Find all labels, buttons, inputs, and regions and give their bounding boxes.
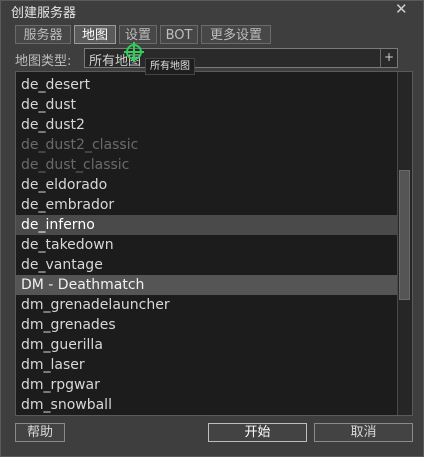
map-list: dm_snowball dm_rpgwar dm_laser dm_guerilla d… <box>15 71 413 416</box>
tooltip: 所有地图 <box>145 58 195 75</box>
list-scrollbar[interactable] <box>397 72 412 415</box>
map-type-label: 地图类型: <box>15 54 72 69</box>
tab-more-settings[interactable]: 更多设置 <box>201 25 271 44</box>
list-item[interactable]: de_eldorado <box>16 175 397 195</box>
tab-server[interactable]: 服务器 <box>15 25 71 44</box>
list-item[interactable]: dm_grenadelauncher <box>16 295 397 315</box>
tab-bot[interactable]: BOT <box>160 25 198 44</box>
list-item[interactable]: de_desert <box>16 75 397 95</box>
list-item[interactable]: de_inferno <box>16 215 397 235</box>
crosshair-cursor-icon <box>124 42 144 62</box>
list-item[interactable]: de_dust <box>16 95 397 115</box>
list-item[interactable]: dm_snowball <box>16 395 397 415</box>
list-group-header[interactable]: DM - Deathmatch <box>16 275 397 295</box>
list-item[interactable]: de_vantage <box>16 255 397 275</box>
title-bar: 创建服务器 ✕ <box>1 0 423 21</box>
tab-map[interactable]: 地图 <box>74 25 116 44</box>
list-item[interactable]: de_dust2 <box>16 115 397 135</box>
list-item[interactable]: dm_grenades <box>16 315 397 335</box>
create-server-dialog: 创建服务器 ✕ 服务器 地图 设置 BOT 更多设置 地图类型: 所有地图 + … <box>0 0 424 457</box>
list-item[interactable]: de_dust2_classic <box>16 135 397 155</box>
dropdown-plus-icon[interactable]: + <box>380 49 397 67</box>
start-button[interactable]: 开始 <box>208 423 307 442</box>
cancel-button[interactable]: 取消 <box>314 423 413 442</box>
list-item[interactable]: de_embrador <box>16 195 397 215</box>
list-item[interactable]: de_takedown <box>16 235 397 255</box>
close-icon[interactable]: ✕ <box>395 0 408 18</box>
scrollbar-thumb[interactable] <box>399 170 410 300</box>
list-item[interactable]: de_dust_classic <box>16 155 397 175</box>
help-button[interactable]: 帮助 <box>15 423 65 442</box>
list-item[interactable]: dm_guerilla <box>16 335 397 355</box>
window-title: 创建服务器 <box>11 6 77 21</box>
list-item[interactable]: dm_rpgwar <box>16 375 397 395</box>
list-item[interactable]: dm_laser <box>16 355 397 375</box>
